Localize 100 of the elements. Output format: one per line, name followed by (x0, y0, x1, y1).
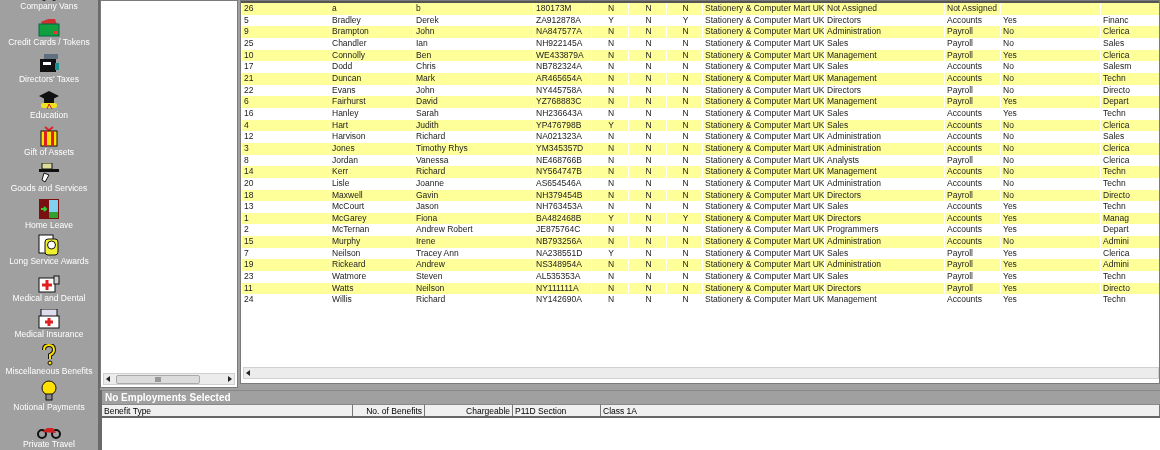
column-header[interactable]: No. of Benefits (353, 405, 425, 416)
table-cell: N (682, 142, 689, 153)
table-cell: Clerica (1103, 142, 1130, 153)
table-cell: N (607, 37, 615, 48)
table-cell: Stationery & Computer Mart UK (705, 212, 825, 223)
gift-icon (40, 124, 58, 147)
table-cell: Joanne (416, 177, 444, 188)
table-cell: 17 (244, 61, 254, 72)
table-cell: Stationery & Computer Mart UK (705, 201, 825, 212)
table-cell: No (1003, 142, 1014, 153)
table-cell: No (1003, 61, 1014, 72)
table-cell: Accounts (947, 201, 982, 212)
table-cell: Hart (332, 119, 349, 130)
table-cell: N (682, 282, 689, 293)
table-cell: Jason (416, 201, 439, 212)
sidebar-item[interactable]: Education (30, 110, 68, 121)
table-cell: Stationery & Computer Mart UK (705, 107, 825, 118)
table-cell: Murphy (332, 236, 361, 247)
column-header[interactable]: Class 1A (601, 405, 1160, 416)
table-cell: Management (827, 72, 877, 83)
table-cell: Administration (827, 177, 881, 188)
question-mark-icon (41, 343, 57, 366)
table-cell: Stationery & Computer Mart UK (705, 271, 825, 282)
table-cell: Accounts (947, 212, 982, 223)
table-cell: Yes (1003, 247, 1017, 258)
table-cell: Admini (1103, 236, 1129, 247)
table-cell: Administration (827, 259, 881, 270)
scroll-thumb[interactable] (116, 375, 200, 384)
table-cell: Management (827, 96, 877, 107)
table-cell: NY564747B (536, 166, 582, 177)
table-cell: NB782324A (536, 61, 582, 72)
table-cell: N (645, 119, 652, 130)
sidebar-item[interactable]: Medical and Dental (12, 292, 86, 304)
sidebar-item[interactable]: Goods and Services (10, 183, 88, 194)
table-cell: Yes (1003, 212, 1017, 223)
sidebar-item[interactable]: Long Service Awards (9, 256, 89, 267)
table-cell: Yes (1003, 259, 1017, 270)
table-cell: Stationery & Computer Mart UK (705, 294, 825, 305)
table-cell: N (607, 177, 615, 188)
table-cell: 12 (244, 131, 254, 142)
table-cell: N (682, 37, 689, 48)
sidebar-item[interactable]: Directors' Taxes (18, 73, 79, 85)
sidebar-item[interactable]: Notional Payments (13, 402, 85, 413)
table-cell: Administration (827, 131, 881, 142)
table-cell: N (682, 84, 689, 95)
sidebar-item[interactable]: Private Travel (23, 438, 75, 450)
sidebar-item[interactable]: Miscellaneous Benefits (5, 365, 93, 377)
table-cell: N (645, 294, 652, 305)
sidebar-item[interactable]: Medical Insurance (14, 329, 84, 340)
table-cell: Stationery & Computer Mart UK (705, 247, 825, 258)
table-cell: McCourt (332, 201, 365, 212)
table-cell: Maxwell (332, 189, 363, 200)
table-cell: N (645, 14, 652, 25)
table-cell: NS348954A (536, 259, 582, 270)
table-cell: Yes (1003, 271, 1017, 282)
column-header[interactable]: Benefit Type (102, 405, 353, 416)
sidebar-item[interactable]: Home Leave (24, 219, 74, 231)
table-cell: Sales (827, 61, 849, 72)
table-cell: AL535353A (536, 271, 581, 282)
table-cell: Chandler (332, 37, 367, 48)
scroll-left-icon[interactable] (104, 375, 112, 383)
horizontal-scrollbar[interactable] (243, 367, 1159, 379)
table-cell: Clerica (1103, 247, 1130, 258)
table-cell: N (682, 107, 689, 118)
table-cell: Watts (332, 282, 354, 293)
table-cell: Hanley (332, 107, 359, 118)
table-cell: Accounts (947, 236, 982, 247)
table-cell: Stationery & Computer Mart UK (705, 119, 825, 130)
table-cell: N (645, 96, 652, 107)
column-header[interactable]: Chargeable (425, 405, 513, 416)
scroll-left-icon[interactable] (244, 369, 252, 377)
table-cell: N (682, 189, 689, 200)
sidebar-item[interactable]: Gift of Assets (23, 146, 75, 158)
table-cell: N (682, 49, 689, 60)
table-cell: Bradley (332, 14, 361, 25)
table-cell: Clerica (1103, 119, 1130, 130)
table-cell: Sales (827, 119, 849, 130)
horizontal-scrollbar[interactable] (103, 373, 235, 385)
table-cell: Payroll (947, 49, 973, 60)
table-cell: Accounts (947, 142, 982, 153)
table-cell: N (607, 72, 615, 83)
table-cell: Accounts (947, 61, 982, 72)
table-cell: Stationery & Computer Mart UK (705, 282, 825, 293)
table-cell: No (1003, 236, 1014, 247)
table-cell: Evans (332, 84, 356, 95)
scroll-right-icon[interactable] (226, 375, 234, 383)
table-cell: Depart (1103, 224, 1129, 235)
table-cell: Vanessa (416, 154, 449, 165)
table-cell: Derek (416, 14, 439, 25)
table-cell: N (607, 271, 615, 282)
table-cell: Steven (416, 271, 443, 282)
table-cell: Clerica (1103, 26, 1130, 37)
table-cell: Chris (416, 61, 436, 72)
sidebar-item[interactable]: Company Vans (20, 0, 78, 12)
table-cell: Analysts (827, 154, 860, 165)
column-header[interactable]: P11D Section (513, 405, 601, 416)
table-cell: N (645, 154, 652, 165)
table-cell: 25 (244, 37, 254, 48)
sidebar-item[interactable]: Credit Cards / Tokens (8, 37, 90, 48)
table-cell: Y (682, 212, 689, 223)
